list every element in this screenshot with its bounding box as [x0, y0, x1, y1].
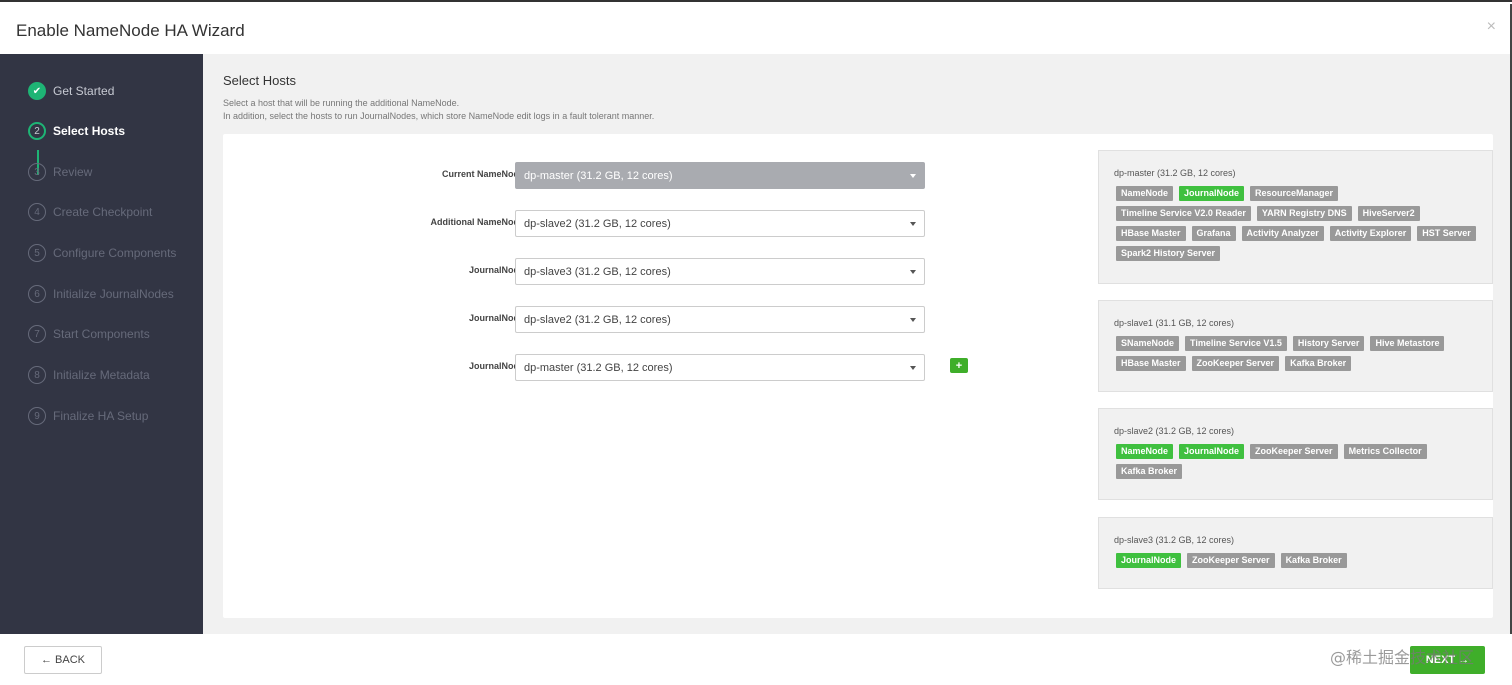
step-finalize-ha-setup: 9 Finalize HA Setup: [28, 406, 148, 426]
component-badge: SNameNode: [1116, 336, 1180, 351]
dialog-title: Enable NameNode HA Wizard: [16, 21, 245, 40]
component-badge: Hive Metastore: [1370, 336, 1445, 351]
component-badge: Grafana: [1191, 226, 1236, 241]
host-assignment-panel: Current NameNode: dp-master (31.2 GB, 12…: [223, 134, 1493, 618]
host-name: dp-master (31.2 GB, 12 cores): [1114, 168, 1236, 178]
step-number: 2: [28, 122, 46, 140]
add-journalnode-button[interactable]: +: [950, 358, 968, 373]
step-label: Review: [53, 165, 93, 179]
component-badge: History Server: [1292, 336, 1365, 351]
description-line: Select a host that will be running the a…: [223, 98, 460, 108]
caret-down-icon: [910, 318, 916, 322]
step-label: Select Hosts: [53, 124, 126, 138]
host-name: dp-slave1 (31.1 GB, 12 cores): [1114, 318, 1235, 328]
wizard-dialog: Enable NameNode HA Wizard × ✔ Get Starte…: [0, 0, 1512, 685]
watermark: @稀土掘金技术社区: [1330, 648, 1475, 667]
step-label: Initialize JournalNodes: [53, 287, 174, 301]
step-number: 5: [28, 244, 46, 262]
page-description: Select a host that will be running the a…: [223, 97, 654, 123]
current-namenode-select: dp-master (31.2 GB, 12 cores): [515, 162, 925, 189]
journalnode-select-3[interactable]: dp-master (31.2 GB, 12 cores): [515, 354, 925, 381]
host-card-dp-slave3: dp-slave3 (31.2 GB, 12 cores) JournalNod…: [1098, 517, 1493, 589]
step-label: Finalize HA Setup: [53, 409, 149, 423]
step-get-started[interactable]: ✔ Get Started: [28, 81, 114, 101]
host-card-dp-slave1: dp-slave1 (31.1 GB, 12 cores) SNameNode T…: [1098, 300, 1493, 392]
component-badge: ZooKeeper Server: [1250, 444, 1338, 459]
step-review: 3 Review: [28, 162, 92, 182]
additional-namenode-select[interactable]: dp-slave2 (31.2 GB, 12 cores): [515, 210, 925, 237]
dialog-footer: ← BACK NEXT → @稀土掘金技术社区: [0, 634, 1512, 685]
host-name: dp-slave3 (31.2 GB, 12 cores): [1114, 535, 1235, 545]
component-badge: Kafka Broker: [1285, 356, 1352, 371]
back-button[interactable]: ← BACK: [24, 646, 102, 674]
select-value: dp-master (31.2 GB, 12 cores): [524, 361, 673, 374]
caret-down-icon: [910, 174, 916, 178]
step-start-components: 7 Start Components: [28, 324, 150, 344]
caret-down-icon: [910, 366, 916, 370]
caret-down-icon: [910, 222, 916, 226]
host-card-dp-master: dp-master (31.2 GB, 12 cores) NameNode Jo…: [1098, 150, 1493, 284]
step-label: Initialize Metadata: [53, 368, 150, 382]
component-badge: Kafka Broker: [1116, 464, 1183, 479]
step-number: 4: [28, 203, 46, 221]
step-label: Start Components: [53, 327, 150, 341]
step-label: Configure Components: [53, 246, 177, 260]
journalnode-select-1[interactable]: dp-slave3 (31.2 GB, 12 cores): [515, 258, 925, 285]
component-badge: ResourceManager: [1250, 186, 1339, 201]
component-badge: HiveServer2: [1357, 206, 1420, 221]
step-select-hosts[interactable]: 2 Select Hosts: [28, 121, 125, 141]
component-badges: SNameNode Timeline Service V1.5 History Se…: [1116, 336, 1476, 371]
wizard-steps-sidebar: ✔ Get Started 2 Select Hosts 3 Review 4 …: [0, 54, 203, 634]
step-number: 8: [28, 366, 46, 384]
component-badge: JournalNode: [1179, 444, 1245, 459]
select-value: dp-slave3 (31.2 GB, 12 cores): [524, 265, 671, 278]
host-card-dp-slave2: dp-slave2 (31.2 GB, 12 cores) NameNode Jo…: [1098, 408, 1493, 500]
dialog-header: Enable NameNode HA Wizard ×: [0, 4, 1512, 54]
step-number: 9: [28, 407, 46, 425]
component-badge: ZooKeeper Server: [1187, 553, 1275, 568]
component-badges: JournalNode ZooKeeper Server Kafka Broker: [1116, 553, 1476, 568]
step-initialize-journalnodes: 6 Initialize JournalNodes: [28, 284, 174, 304]
component-badge: Kafka Broker: [1280, 553, 1347, 568]
component-badges: NameNode JournalNode ZooKeeper Server Metri…: [1116, 444, 1476, 479]
host-name: dp-slave2 (31.2 GB, 12 cores): [1114, 426, 1235, 436]
component-badge: Activity Explorer: [1329, 226, 1412, 241]
step-label: Get Started: [53, 84, 115, 98]
caret-down-icon: [910, 270, 916, 274]
component-badge: NameNode: [1116, 186, 1174, 201]
select-value: dp-master (31.2 GB, 12 cores): [524, 169, 673, 182]
check-icon: ✔: [28, 82, 46, 100]
close-icon[interactable]: ×: [1487, 18, 1496, 36]
component-badge: JournalNode: [1116, 553, 1182, 568]
component-badge: Spark2 History Server: [1116, 246, 1221, 261]
page-title: Select Hosts: [223, 73, 296, 88]
component-badge: YARN Registry DNS: [1256, 206, 1352, 221]
component-badges: NameNode JournalNode ResourceManager Timeli…: [1116, 186, 1476, 261]
step-create-checkpoint: 4 Create Checkpoint: [28, 202, 152, 222]
component-badge: Metrics Collector: [1343, 444, 1427, 459]
step-number: 6: [28, 285, 46, 303]
step-label: Create Checkpoint: [53, 205, 153, 219]
component-badge: Timeline Service V1.5: [1185, 336, 1287, 351]
step-initialize-metadata: 8 Initialize Metadata: [28, 365, 150, 385]
component-badge: Activity Analyzer: [1241, 226, 1324, 241]
select-value: dp-slave2 (31.2 GB, 12 cores): [524, 313, 671, 326]
component-badge: HST Server: [1417, 226, 1476, 241]
component-badge: Timeline Service V2.0 Reader: [1116, 206, 1251, 221]
step-configure-components: 5 Configure Components: [28, 243, 176, 263]
component-badge: HBase Master: [1116, 226, 1186, 241]
description-line: In addition, select the hosts to run Jou…: [223, 111, 655, 121]
step-number: 3: [28, 163, 46, 181]
journalnode-select-2[interactable]: dp-slave2 (31.2 GB, 12 cores): [515, 306, 925, 333]
component-badge: NameNode: [1116, 444, 1174, 459]
component-badge: ZooKeeper Server: [1191, 356, 1280, 371]
component-badge: HBase Master: [1116, 356, 1186, 371]
main-content: Select Hosts Select a host that will be …: [203, 54, 1510, 634]
select-value: dp-slave2 (31.2 GB, 12 cores): [524, 217, 671, 230]
component-badge: JournalNode: [1179, 186, 1245, 201]
additional-namenode-label: Additional NameNode:: [430, 217, 527, 227]
step-number: 7: [28, 325, 46, 343]
